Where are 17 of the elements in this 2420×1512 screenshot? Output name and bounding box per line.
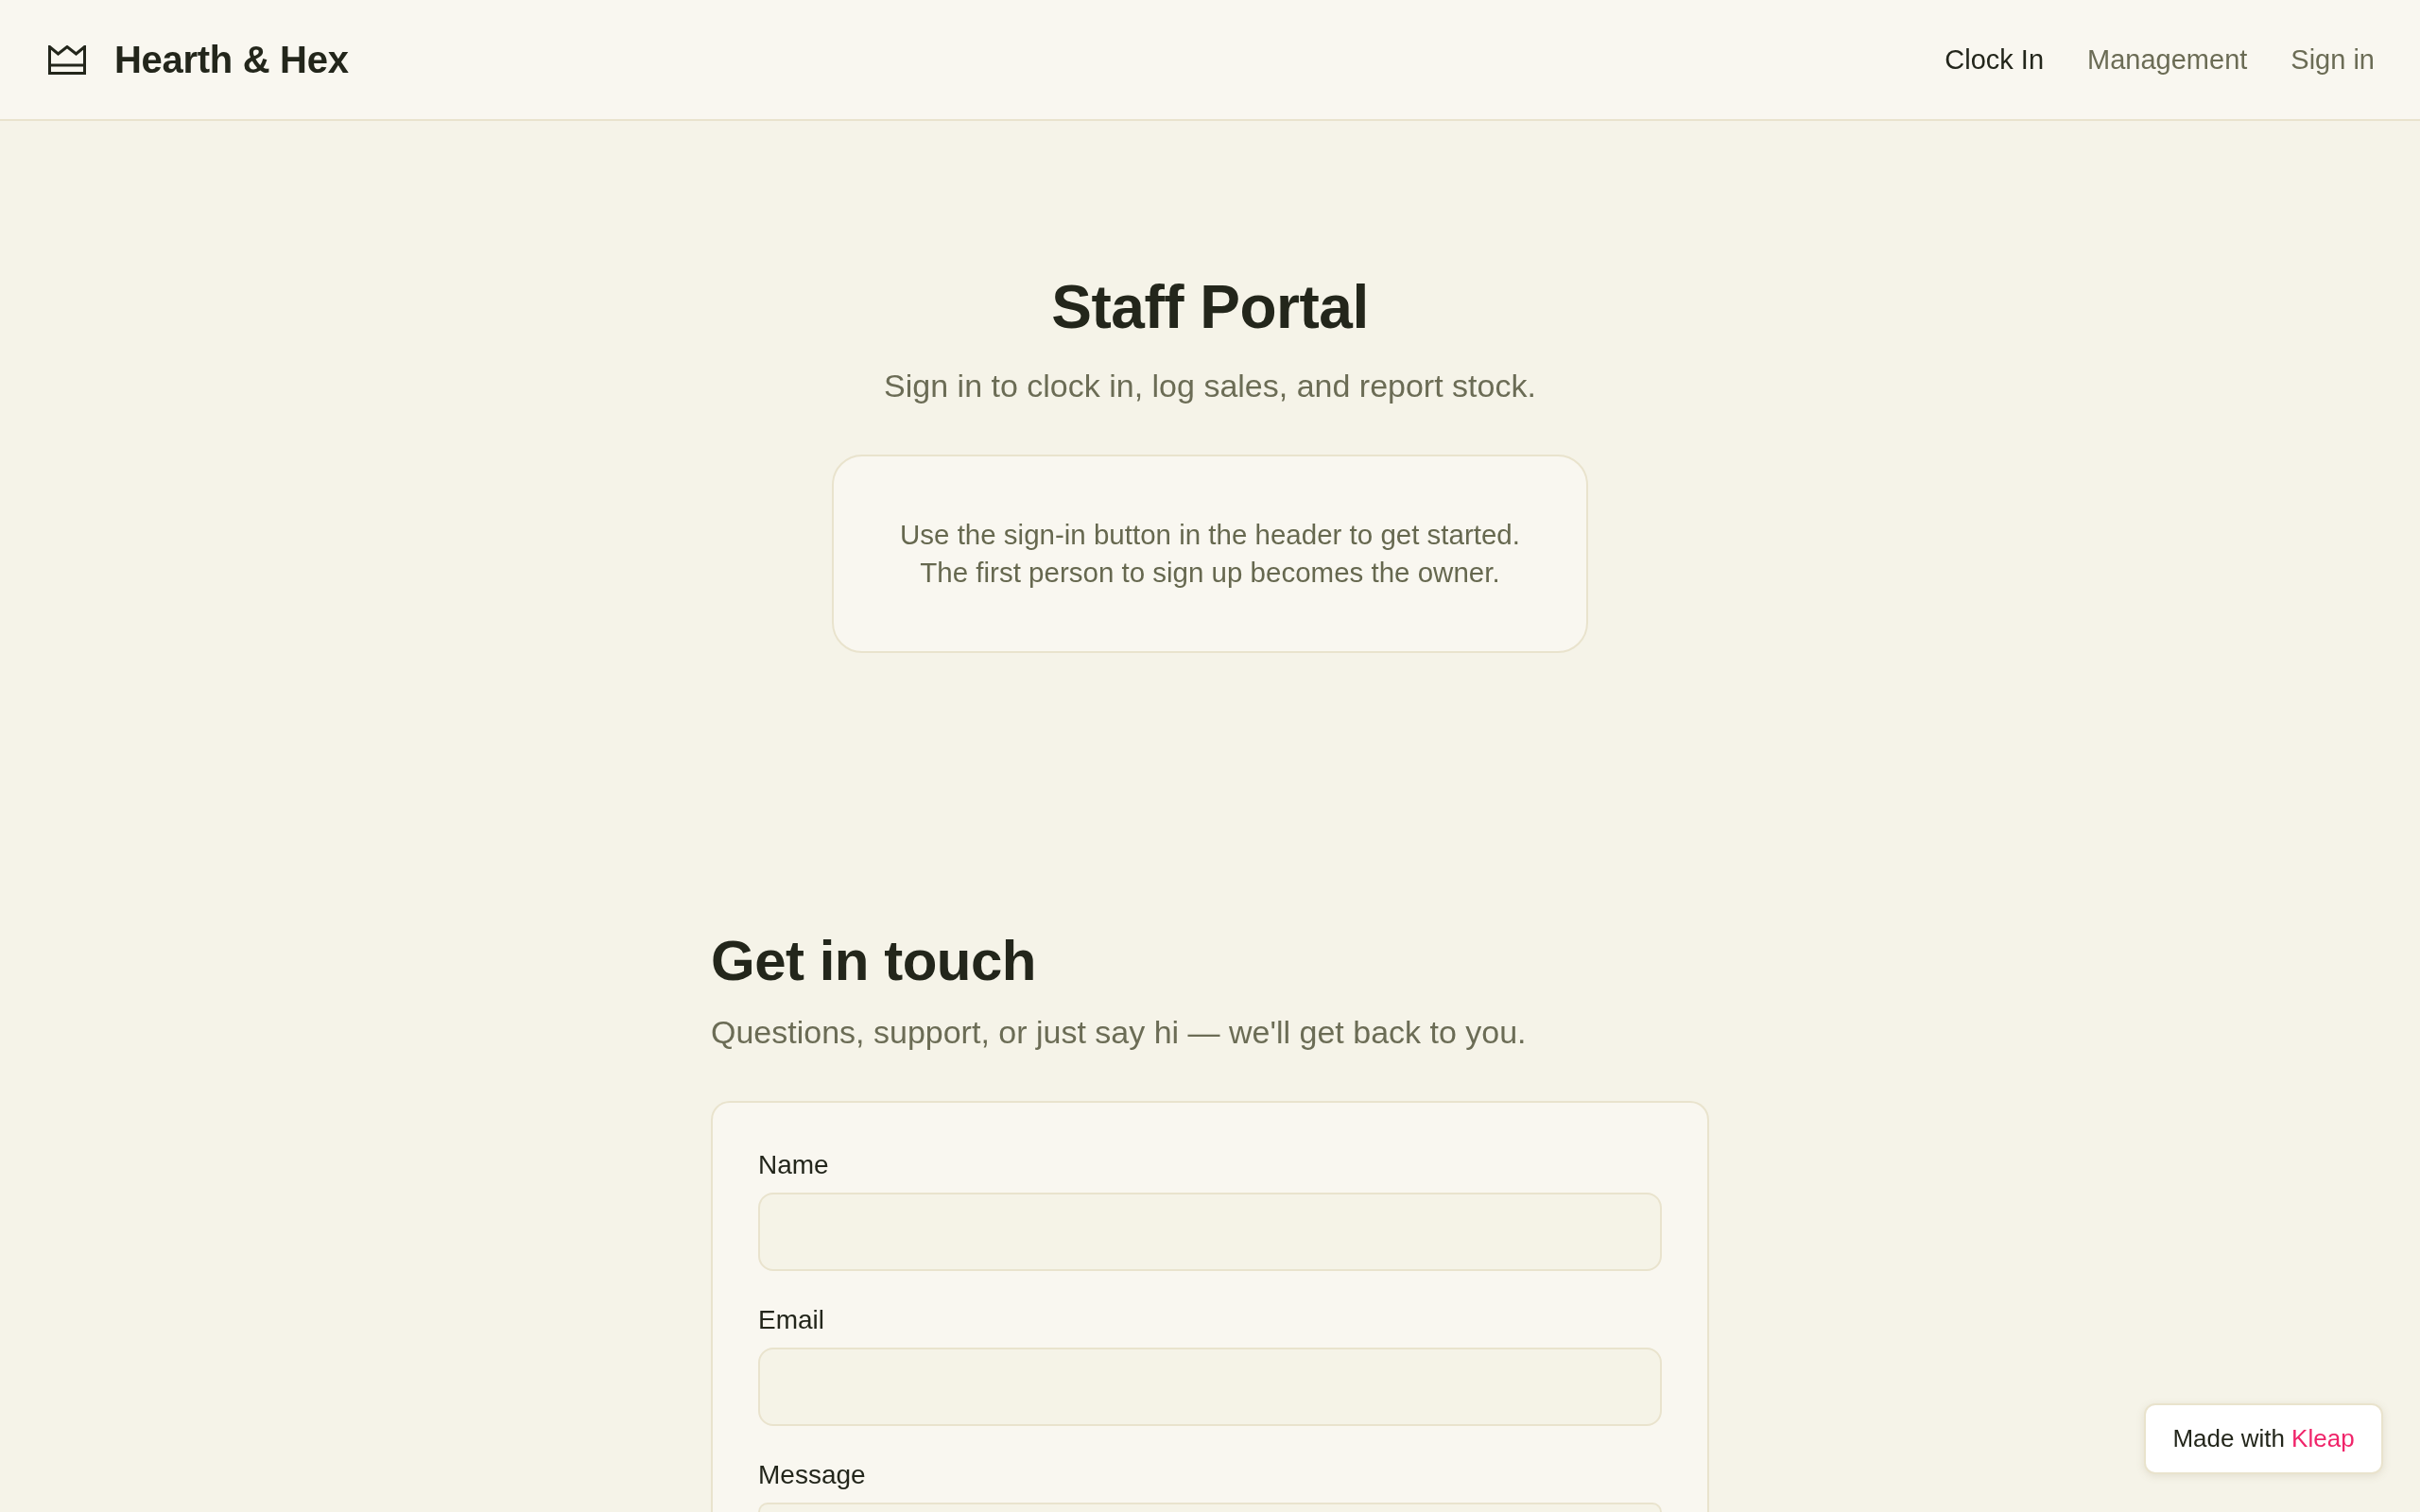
section-subtitle: Questions, support, or just say hi — we'll get back to you. [711,1013,1528,1052]
nav-link[interactable]: Clock In [1945,41,2045,78]
nav-link[interactable]: Management [2087,41,2248,78]
textarea-field[interactable] [758,1503,1662,1512]
section-heading: Get in touch [711,930,1037,992]
brand-link[interactable]: Hearth & Hex [48,37,349,82]
field-label: Message [758,1459,867,1491]
crown-icon [48,44,86,75]
field-label: Name [758,1149,830,1181]
input-field[interactable] [758,1193,1662,1271]
input-field[interactable] [758,1348,1662,1426]
notice-text: Use the sign-in button in the header to get started. The first person to sign up becomes the owner. [900,518,1520,590]
made-with-badge[interactable]: Made with Kleap [2144,1403,2383,1474]
nav-link[interactable]: Sign in [2290,41,2375,78]
field-label: Email [758,1304,825,1336]
page-subtitle: Sign in to clock in, log sales, and report stock. [884,367,1536,405]
page-title: Staff Portal [1051,274,1369,340]
